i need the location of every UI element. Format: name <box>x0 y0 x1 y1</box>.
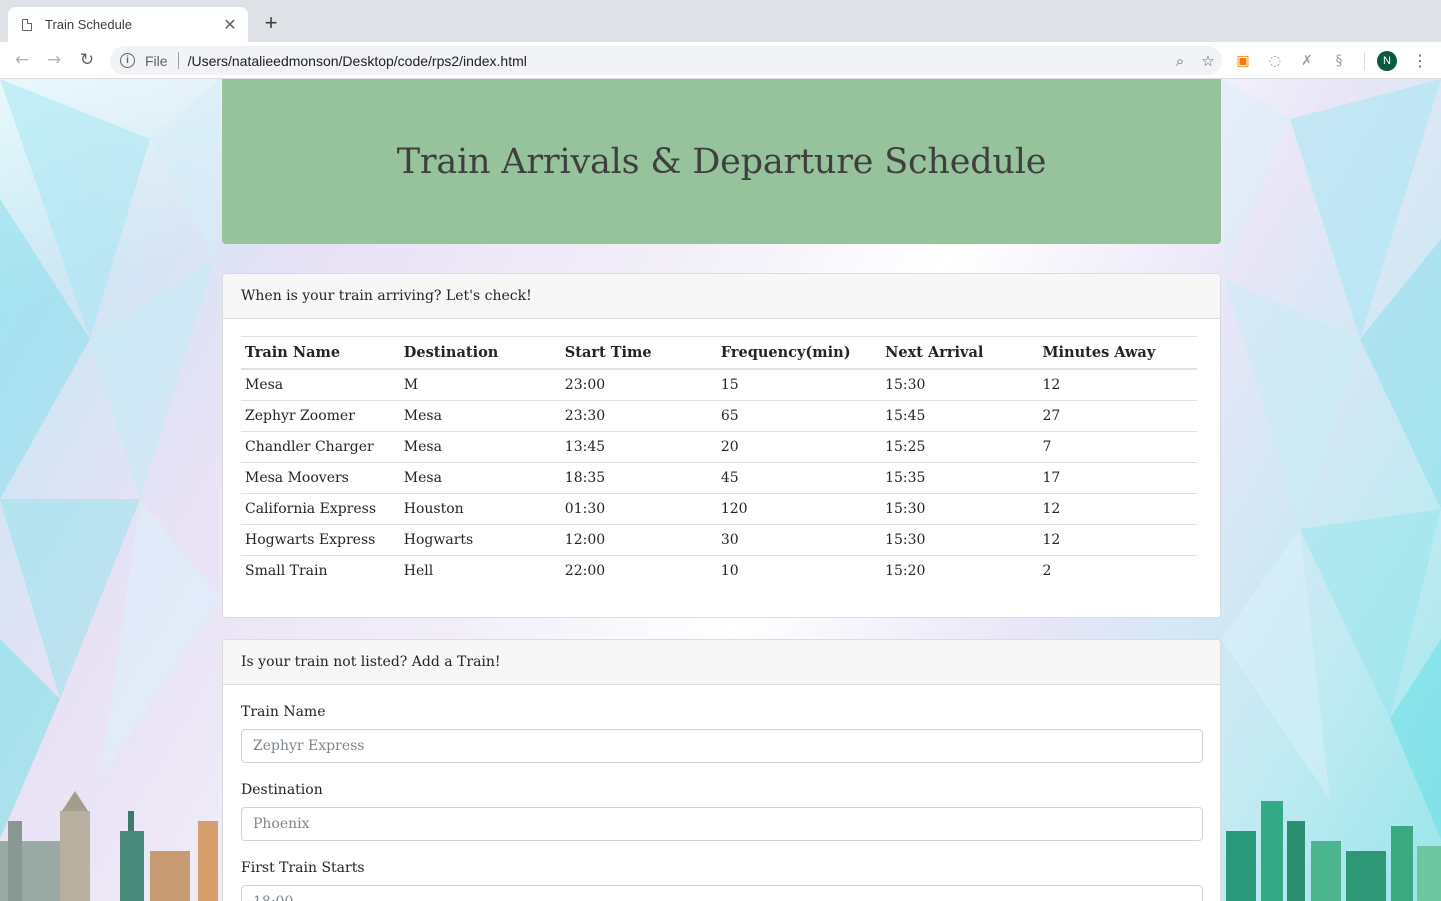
table-cell: 13:45 <box>560 431 717 463</box>
table-cell: 2 <box>1038 555 1197 586</box>
first-train-label: First Train Starts <box>241 860 365 876</box>
table-cell: 27 <box>1038 400 1197 432</box>
table-cell: Chandler Charger <box>241 431 400 463</box>
train-name-label: Train Name <box>241 704 326 720</box>
table-cell: 17 <box>1038 462 1197 494</box>
zoom-icon[interactable]: ⌕ <box>1166 52 1194 70</box>
table-cell: Hogwarts Express <box>241 524 400 556</box>
page-title: Train Arrivals & Departure Schedule <box>396 141 1047 182</box>
table-cell: 30 <box>716 524 882 556</box>
table-cell: 15 <box>720 377 739 393</box>
add-train-card: Is your train not listed? Add a Train! T… <box>222 639 1221 901</box>
table-cell: M <box>403 377 419 393</box>
table-cell: Hogwarts <box>399 524 561 556</box>
close-tab-icon[interactable]: ✕ <box>218 15 242 35</box>
destination-input[interactable] <box>241 807 1203 841</box>
table-cell: Houston <box>399 493 561 525</box>
schedule-card-header: When is your train arriving? Let's check… <box>223 274 1220 319</box>
table-cell: 12:00 <box>560 524 717 556</box>
schedule-table: Train Name Destination Start Time Freque… <box>241 336 1197 586</box>
new-tab-button[interactable]: + <box>258 10 284 36</box>
page-header: Train Arrivals & Departure Schedule <box>222 79 1221 244</box>
table-cell: 12 <box>1038 493 1197 525</box>
back-icon[interactable]: ← <box>10 48 34 72</box>
address-bar[interactable]: i File /Users/natalieedmonson/Desktop/co… <box>110 46 1222 75</box>
table-cell: 15:30 <box>881 493 1039 525</box>
table-row: Small Train Hell 22:00 10 15:20 2 <box>241 555 1197 586</box>
table-cell: Mesa <box>399 462 561 494</box>
table-cell: 15:25 <box>881 431 1039 463</box>
extension-icon[interactable]: § <box>1329 51 1349 71</box>
table-row: Zephyr Zoomer Mesa 23:30 65 15:45 27 <box>241 400 1197 432</box>
table-cell: Zephyr Zoomer <box>241 400 400 432</box>
browser-tab[interactable]: Train Schedule ✕ <box>8 7 248 42</box>
table-cell: 65 <box>716 400 882 432</box>
table-cell: 7 <box>1038 431 1197 463</box>
column-header: Destination <box>399 336 561 370</box>
column-header: Next Arrival <box>881 336 1039 370</box>
table-cell: 15:45 <box>881 400 1039 432</box>
table-cell: 20 <box>716 431 882 463</box>
table-cell: 18:35 <box>560 462 717 494</box>
tab-title: Train Schedule <box>45 17 132 32</box>
table-header-row: Train Name Destination Start Time Freque… <box>241 336 1197 370</box>
table-cell: 23:00 <box>564 377 606 393</box>
forward-icon[interactable]: → <box>42 48 66 72</box>
schedule-card: When is your train arriving? Let's check… <box>222 273 1221 618</box>
menu-icon[interactable]: ⋮ <box>1410 51 1430 71</box>
table-cell: 23:30 <box>560 400 717 432</box>
table-cell: 15:30 <box>881 524 1039 556</box>
table-cell: Mesa <box>399 431 561 463</box>
column-header: Frequency(min) <box>716 336 882 370</box>
table-cell: 22:00 <box>560 555 717 586</box>
star-icon[interactable]: ☆ <box>1194 52 1222 70</box>
table-row: Hogwarts Express Hogwarts 12:00 30 15:30… <box>241 524 1197 556</box>
city-skyline-left <box>0 791 218 901</box>
train-name-group: Train Name <box>241 704 1203 763</box>
tab-strip: Train Schedule ✕ + <box>0 0 1441 42</box>
first-train-group: First Train Starts <box>241 860 1203 901</box>
table-cell: 15:35 <box>881 462 1039 494</box>
extension-icon[interactable]: ◌ <box>1265 51 1285 71</box>
extension-icon[interactable]: ▣ <box>1233 51 1253 71</box>
table-cell: 12 <box>1038 524 1197 556</box>
column-header: Start Time <box>560 336 717 370</box>
table-cell: Small Train <box>241 555 400 586</box>
page-viewport: Train Arrivals & Departure Schedule When… <box>0 79 1441 901</box>
destination-label: Destination <box>241 782 323 798</box>
table-cell: Hell <box>399 555 561 586</box>
browser-toolbar: ← → ↻ i File /Users/natalieedmonson/Desk… <box>0 42 1441 79</box>
first-train-input[interactable] <box>241 885 1203 901</box>
table-cell: 12 <box>1042 377 1061 393</box>
train-name-input[interactable] <box>241 729 1203 763</box>
table-cell: 45 <box>716 462 882 494</box>
info-icon[interactable]: i <box>120 53 135 68</box>
table-row: Chandler Charger Mesa 13:45 20 15:25 7 <box>241 431 1197 463</box>
url-text[interactable]: /Users/natalieedmonson/Desktop/code/rps2… <box>188 53 1166 69</box>
table-cell: California Express <box>241 493 400 525</box>
column-header: Train Name <box>241 336 400 370</box>
url-scheme: File <box>145 52 168 69</box>
add-train-card-header: Is your train not listed? Add a Train! <box>223 640 1220 685</box>
table-cell: 15:30 <box>885 377 926 393</box>
table-row: California Express Houston 01:30 120 15:… <box>241 493 1197 525</box>
extension-icon[interactable]: ✗ <box>1297 51 1317 71</box>
city-skyline-right <box>1226 801 1441 901</box>
table-row: Mesa M 23:00 15 15:30 12 <box>241 369 1197 401</box>
table-row: Mesa Moovers Mesa 18:35 45 15:35 17 <box>241 462 1197 494</box>
table-cell: 15:20 <box>881 555 1039 586</box>
table-cell: 10 <box>716 555 882 586</box>
page-icon <box>22 18 32 31</box>
toolbar-divider <box>1364 52 1365 70</box>
profile-avatar[interactable]: N <box>1377 51 1397 71</box>
table-cell: Mesa Moovers <box>241 462 400 494</box>
url-separator <box>177 52 179 69</box>
reload-icon[interactable]: ↻ <box>75 48 99 72</box>
table-cell: Mesa <box>399 400 561 432</box>
table-cell: Mesa <box>245 377 284 393</box>
table-cell: 01:30 <box>560 493 717 525</box>
destination-group: Destination <box>241 782 1203 841</box>
column-header: Minutes Away <box>1038 336 1197 370</box>
table-cell: 120 <box>716 493 882 525</box>
